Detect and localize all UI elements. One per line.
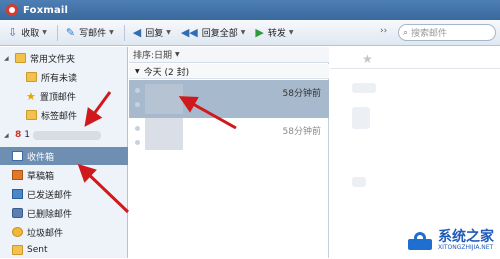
title-bar: Foxmail [0,0,500,20]
sidebar-item-label: 垃圾邮件 [27,228,64,239]
trash-icon [12,208,23,218]
sidebar-item-sent[interactable]: 已发送邮件 [0,185,128,203]
account-redaction [33,130,101,140]
house-icon [406,230,434,252]
forward-label: 转发 [267,29,286,39]
mail-list-pane: 排序:日期 ▼ ▼ 今天 (2 封) 58分钟前 58分钟前 [129,47,329,258]
star-icon: ★ [26,89,36,103]
drafts-icon [12,170,23,180]
collapse-icon: ▼ [135,67,140,75]
tree-account[interactable]: ◢ 8 1 [0,126,128,144]
folder-icon [15,53,26,63]
unread-dot-icon [135,88,140,93]
mail-list-item[interactable]: 58分钟前 [129,80,329,118]
sidebar-item-label: Sent [27,245,48,255]
forward-icon: ▶ [255,26,264,39]
search-placeholder: 搜索邮件 [411,29,448,39]
chevron-down-icon: ▼ [175,51,180,58]
reply-all-button[interactable]: ◀◀ 回复全部 ▼ [177,23,250,43]
junk-icon [12,227,23,237]
reply-all-label: 回复全部 [201,29,238,39]
reply-all-icon: ◀◀ [180,26,198,39]
sidebar-item-label: 置顶邮件 [39,92,76,103]
receive-icon: ⇩ [8,26,18,39]
group-label: 今天 (2 封) [143,67,190,78]
chevron-down-icon[interactable]: ▼ [166,29,171,36]
sidebar-item-sent-folder[interactable]: Sent [0,241,128,259]
receive-button[interactable]: ⇩ 收取 ▼ [4,23,51,43]
preview-redaction [352,177,366,187]
sort-dropdown[interactable]: 排序:日期 ▼ [129,47,329,63]
reply-icon: ◀ [132,26,142,39]
sidebar-item-all-unread[interactable]: 所有未读 [0,68,128,86]
folder-icon [26,72,37,82]
sender-redaction [145,118,183,150]
watermark-logo: 系统之家 XITONGZHIJIA.NET [406,230,494,252]
app-title: Foxmail [23,4,69,16]
toolbar-overflow-button[interactable]: ›› [380,26,387,36]
tag-folder-icon [26,110,37,120]
sidebar-item-deleted[interactable]: 已删除邮件 [0,204,128,222]
sidebar-item-tagged[interactable]: 标签邮件 [0,106,128,124]
preview-redaction [352,83,376,93]
unread-dot-icon [135,126,140,131]
search-input[interactable]: ⌕ 搜索邮件 [398,24,496,41]
forward-button[interactable]: ▶ 转发 ▼ [251,23,297,43]
collapse-icon[interactable]: ◢ [4,132,13,139]
compose-button[interactable]: ✎ 写邮件 ▼ [62,23,118,43]
sort-label: 排序:日期 [133,51,173,61]
sidebar-item-junk[interactable]: 垃圾邮件 [0,223,128,241]
star-icon[interactable]: ★ [362,52,373,66]
sidebar-item-inbox[interactable]: 收件箱 [0,147,128,165]
group-header[interactable]: ▼ 今天 (2 封) [129,64,329,79]
reply-label: 回复 [145,29,164,39]
mail-list-item[interactable]: 58分钟前 [129,118,329,156]
folder-icon [12,245,23,255]
mail-time: 58分钟前 [282,89,321,99]
foxmail-logo-icon [6,4,18,16]
sidebar-item-label: 所有未读 [41,73,78,84]
reply-button[interactable]: ◀ 回复 ▼ [129,23,175,43]
sent-icon [12,189,23,199]
sidebar-item-pinned[interactable]: ★ 置顶邮件 [0,87,128,105]
folder-sidebar: ◢ 常用文件夹 所有未读 ★ 置顶邮件 标签邮件 ◢ 8 1 收件箱 草稿箱 已… [0,47,128,258]
sidebar-item-label: 草稿箱 [27,171,55,182]
sidebar-item-label: 已删除邮件 [27,209,73,220]
pen-icon: ✎ [65,26,76,39]
mail-time: 58分钟前 [282,127,321,137]
sidebar-item-drafts[interactable]: 草稿箱 [0,166,128,184]
watermark-text: 系统之家 [438,229,494,245]
reading-pane: ★ [330,47,500,258]
toolbar-divider [56,24,58,41]
sidebar-item-label: 收件箱 [27,152,55,163]
toolbar-divider [123,24,125,41]
account-icon: 8 [15,130,22,140]
tree-label: 常用文件夹 [30,54,76,65]
reading-pane-header [330,47,500,69]
chevron-down-icon[interactable]: ▼ [109,29,114,36]
sidebar-item-label: 已发送邮件 [27,190,73,201]
attachment-dot-icon [135,140,140,145]
attachment-dot-icon [135,102,140,107]
collapse-icon[interactable]: ◢ [4,55,13,62]
search-icon: ⌕ [403,27,409,38]
chevron-down-icon[interactable]: ▼ [241,29,246,36]
preview-redaction [352,107,370,129]
account-name: 1 [24,130,30,140]
compose-label: 写邮件 [79,29,107,39]
chevron-down-icon[interactable]: ▼ [42,29,47,36]
sidebar-item-label: 标签邮件 [41,111,78,122]
sender-redaction [145,84,183,114]
inbox-icon [12,151,23,161]
chevron-down-icon[interactable]: ▼ [289,29,294,36]
tree-common-folders[interactable]: ◢ 常用文件夹 [0,49,128,67]
receive-label: 收取 [21,29,40,39]
watermark-url: XITONGZHIJIA.NET [438,244,494,251]
